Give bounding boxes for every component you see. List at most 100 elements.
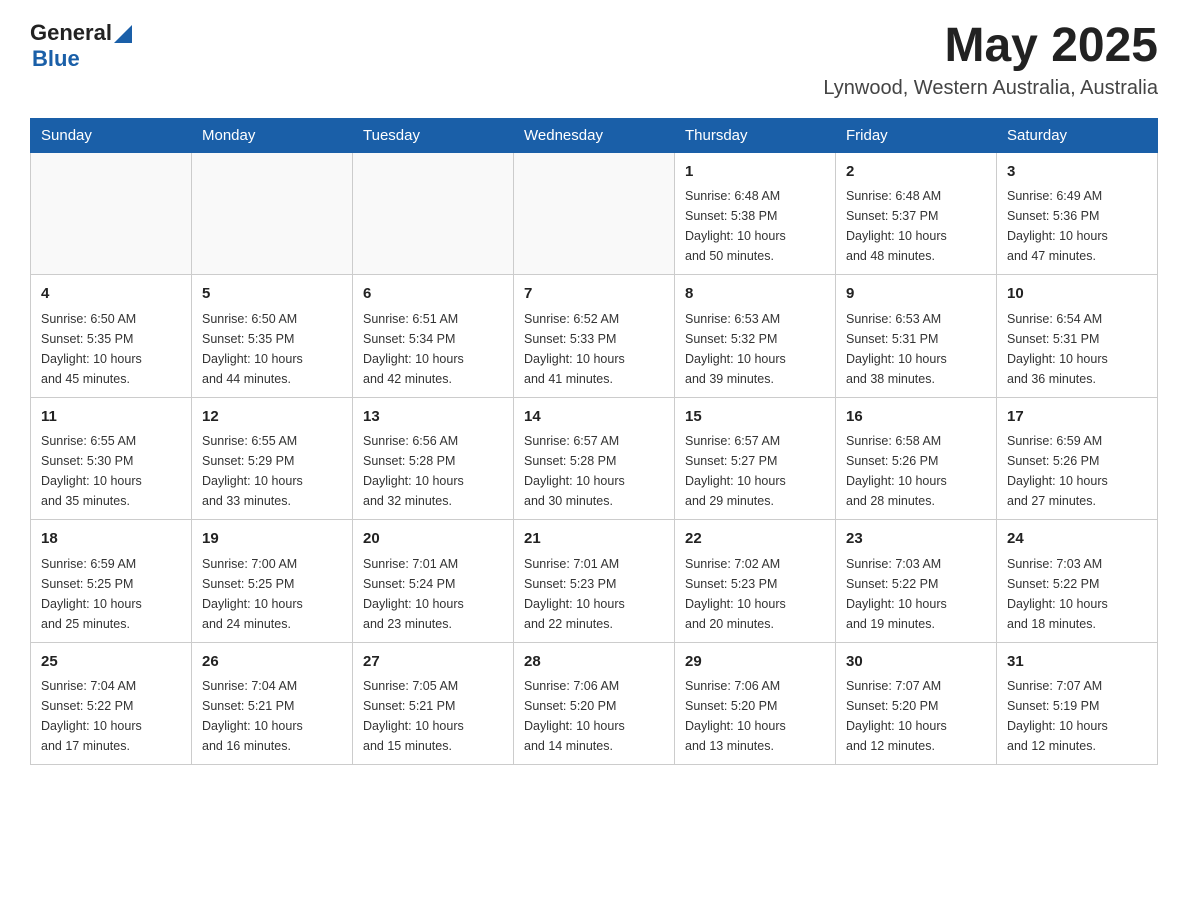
page-header: General Blue May 2025 Lynwood, Western A… bbox=[30, 20, 1158, 100]
calendar-day-header: Saturday bbox=[997, 118, 1158, 152]
calendar-day-cell: 15Sunrise: 6:57 AM Sunset: 5:27 PM Dayli… bbox=[675, 397, 836, 520]
day-number: 30 bbox=[846, 651, 986, 674]
calendar-day-cell: 18 Sunrise: 6:59 AM Sunset: 5:25 PM Dayli… bbox=[31, 520, 192, 643]
day-number: 5 bbox=[202, 283, 342, 306]
calendar-week-row: 1Sunrise: 6:48 AM Sunset: 5:38 PM Daylig… bbox=[31, 152, 1158, 275]
calendar-day-header: Friday bbox=[836, 118, 997, 152]
logo: General Blue bbox=[30, 20, 132, 72]
calendar-day-cell: 26Sunrise: 7:04 AM Sunset: 5:21 PM Dayli… bbox=[192, 642, 353, 765]
calendar-day-header: Tuesday bbox=[353, 118, 514, 152]
day-number: 27 bbox=[363, 651, 503, 674]
day-number: 15 bbox=[685, 406, 825, 429]
day-info: Sunrise: 7:02 AM Sunset: 5:23 PM Dayligh… bbox=[685, 554, 825, 634]
day-info: Sunrise: 6:59 AM Sunset: 5:26 PM Dayligh… bbox=[1007, 431, 1147, 511]
calendar-day-cell: 28Sunrise: 7:06 AM Sunset: 5:20 PM Dayli… bbox=[514, 642, 675, 765]
calendar-day-header: Wednesday bbox=[514, 118, 675, 152]
day-number: 8 bbox=[685, 283, 825, 306]
calendar-day-cell: 25Sunrise: 7:04 AM Sunset: 5:22 PM Dayli… bbox=[31, 642, 192, 765]
day-info: Sunrise: 6:57 AM Sunset: 5:28 PM Dayligh… bbox=[524, 431, 664, 511]
calendar-day-cell: 20 Sunrise: 7:01 AM Sunset: 5:24 PM Dayli… bbox=[353, 520, 514, 643]
day-info: Sunrise: 6:51 AM Sunset: 5:34 PM Dayligh… bbox=[363, 309, 503, 389]
calendar-day-cell: 31Sunrise: 7:07 AM Sunset: 5:19 PM Dayli… bbox=[997, 642, 1158, 765]
calendar-day-cell: 12Sunrise: 6:55 AM Sunset: 5:29 PM Dayli… bbox=[192, 397, 353, 520]
day-info: Sunrise: 7:03 AM Sunset: 5:22 PM Dayligh… bbox=[846, 554, 986, 634]
day-number: 25 bbox=[41, 651, 181, 674]
day-info: Sunrise: 6:59 AM Sunset: 5:25 PM Dayligh… bbox=[41, 554, 181, 634]
day-number: 9 bbox=[846, 283, 986, 306]
calendar-day-cell: 7Sunrise: 6:52 AM Sunset: 5:33 PM Daylig… bbox=[514, 275, 675, 398]
day-number: 4 bbox=[41, 283, 181, 306]
day-number: 16 bbox=[846, 406, 986, 429]
title-block: May 2025 Lynwood, Western Australia, Aus… bbox=[823, 20, 1158, 100]
calendar-day-cell: 5 Sunrise: 6:50 AM Sunset: 5:35 PM Daylig… bbox=[192, 275, 353, 398]
day-info: Sunrise: 7:05 AM Sunset: 5:21 PM Dayligh… bbox=[363, 676, 503, 756]
calendar-day-header: Thursday bbox=[675, 118, 836, 152]
day-number: 6 bbox=[363, 283, 503, 306]
calendar-week-row: 11Sunrise: 6:55 AM Sunset: 5:30 PM Dayli… bbox=[31, 397, 1158, 520]
day-number: 31 bbox=[1007, 651, 1147, 674]
calendar-day-header: Sunday bbox=[31, 118, 192, 152]
day-number: 10 bbox=[1007, 283, 1147, 306]
logo-blue: Blue bbox=[32, 46, 132, 72]
calendar-week-row: 25Sunrise: 7:04 AM Sunset: 5:22 PM Dayli… bbox=[31, 642, 1158, 765]
day-info: Sunrise: 6:50 AM Sunset: 5:35 PM Dayligh… bbox=[202, 309, 342, 389]
day-number: 19 bbox=[202, 528, 342, 551]
calendar-table: SundayMondayTuesdayWednesdayThursdayFrid… bbox=[30, 118, 1158, 766]
day-number: 24 bbox=[1007, 528, 1147, 551]
day-info: Sunrise: 6:53 AM Sunset: 5:31 PM Dayligh… bbox=[846, 309, 986, 389]
day-info: Sunrise: 7:00 AM Sunset: 5:25 PM Dayligh… bbox=[202, 554, 342, 634]
calendar-day-cell: 22 Sunrise: 7:02 AM Sunset: 5:23 PM Dayli… bbox=[675, 520, 836, 643]
day-number: 26 bbox=[202, 651, 342, 674]
day-number: 1 bbox=[685, 161, 825, 184]
calendar-day-cell: 29Sunrise: 7:06 AM Sunset: 5:20 PM Dayli… bbox=[675, 642, 836, 765]
day-info: Sunrise: 7:07 AM Sunset: 5:20 PM Dayligh… bbox=[846, 676, 986, 756]
calendar-day-cell: 24 Sunrise: 7:03 AM Sunset: 5:22 PM Dayli… bbox=[997, 520, 1158, 643]
day-info: Sunrise: 6:52 AM Sunset: 5:33 PM Dayligh… bbox=[524, 309, 664, 389]
calendar-header-row: SundayMondayTuesdayWednesdayThursdayFrid… bbox=[31, 118, 1158, 152]
day-info: Sunrise: 7:03 AM Sunset: 5:22 PM Dayligh… bbox=[1007, 554, 1147, 634]
day-number: 29 bbox=[685, 651, 825, 674]
day-number: 21 bbox=[524, 528, 664, 551]
day-number: 3 bbox=[1007, 161, 1147, 184]
day-info: Sunrise: 6:54 AM Sunset: 5:31 PM Dayligh… bbox=[1007, 309, 1147, 389]
logo-general: General bbox=[30, 20, 112, 46]
calendar-day-cell: 27Sunrise: 7:05 AM Sunset: 5:21 PM Dayli… bbox=[353, 642, 514, 765]
day-info: Sunrise: 7:04 AM Sunset: 5:21 PM Dayligh… bbox=[202, 676, 342, 756]
day-number: 18 bbox=[41, 528, 181, 551]
calendar-day-cell: 17Sunrise: 6:59 AM Sunset: 5:26 PM Dayli… bbox=[997, 397, 1158, 520]
day-info: Sunrise: 6:48 AM Sunset: 5:38 PM Dayligh… bbox=[685, 186, 825, 266]
day-info: Sunrise: 6:50 AM Sunset: 5:35 PM Dayligh… bbox=[41, 309, 181, 389]
day-info: Sunrise: 6:58 AM Sunset: 5:26 PM Dayligh… bbox=[846, 431, 986, 511]
calendar-day-cell bbox=[353, 152, 514, 275]
day-number: 20 bbox=[363, 528, 503, 551]
calendar-day-cell bbox=[192, 152, 353, 275]
day-info: Sunrise: 7:07 AM Sunset: 5:19 PM Dayligh… bbox=[1007, 676, 1147, 756]
day-info: Sunrise: 7:01 AM Sunset: 5:24 PM Dayligh… bbox=[363, 554, 503, 634]
month-year-title: May 2025 bbox=[823, 20, 1158, 73]
day-info: Sunrise: 7:04 AM Sunset: 5:22 PM Dayligh… bbox=[41, 676, 181, 756]
calendar-day-cell: 21 Sunrise: 7:01 AM Sunset: 5:23 PM Dayli… bbox=[514, 520, 675, 643]
day-info: Sunrise: 6:55 AM Sunset: 5:29 PM Dayligh… bbox=[202, 431, 342, 511]
day-number: 22 bbox=[685, 528, 825, 551]
day-info: Sunrise: 7:01 AM Sunset: 5:23 PM Dayligh… bbox=[524, 554, 664, 634]
day-info: Sunrise: 6:53 AM Sunset: 5:32 PM Dayligh… bbox=[685, 309, 825, 389]
calendar-day-header: Monday bbox=[192, 118, 353, 152]
calendar-day-cell: 13Sunrise: 6:56 AM Sunset: 5:28 PM Dayli… bbox=[353, 397, 514, 520]
calendar-day-cell: 10 Sunrise: 6:54 AM Sunset: 5:31 PM Dayli… bbox=[997, 275, 1158, 398]
calendar-day-cell: 9 Sunrise: 6:53 AM Sunset: 5:31 PM Daylig… bbox=[836, 275, 997, 398]
day-number: 13 bbox=[363, 406, 503, 429]
day-info: Sunrise: 7:06 AM Sunset: 5:20 PM Dayligh… bbox=[685, 676, 825, 756]
calendar-day-cell: 6 Sunrise: 6:51 AM Sunset: 5:34 PM Daylig… bbox=[353, 275, 514, 398]
calendar-day-cell: 2Sunrise: 6:48 AM Sunset: 5:37 PM Daylig… bbox=[836, 152, 997, 275]
day-info: Sunrise: 6:48 AM Sunset: 5:37 PM Dayligh… bbox=[846, 186, 986, 266]
calendar-day-cell: 11Sunrise: 6:55 AM Sunset: 5:30 PM Dayli… bbox=[31, 397, 192, 520]
calendar-day-cell: 30Sunrise: 7:07 AM Sunset: 5:20 PM Dayli… bbox=[836, 642, 997, 765]
day-number: 17 bbox=[1007, 406, 1147, 429]
day-number: 12 bbox=[202, 406, 342, 429]
calendar-day-cell: 3Sunrise: 6:49 AM Sunset: 5:36 PM Daylig… bbox=[997, 152, 1158, 275]
day-number: 11 bbox=[41, 406, 181, 429]
location-subtitle: Lynwood, Western Australia, Australia bbox=[823, 77, 1158, 100]
calendar-week-row: 18 Sunrise: 6:59 AM Sunset: 5:25 PM Dayli… bbox=[31, 520, 1158, 643]
calendar-day-cell: 14Sunrise: 6:57 AM Sunset: 5:28 PM Dayli… bbox=[514, 397, 675, 520]
calendar-day-cell: 4 Sunrise: 6:50 AM Sunset: 5:35 PM Daylig… bbox=[31, 275, 192, 398]
